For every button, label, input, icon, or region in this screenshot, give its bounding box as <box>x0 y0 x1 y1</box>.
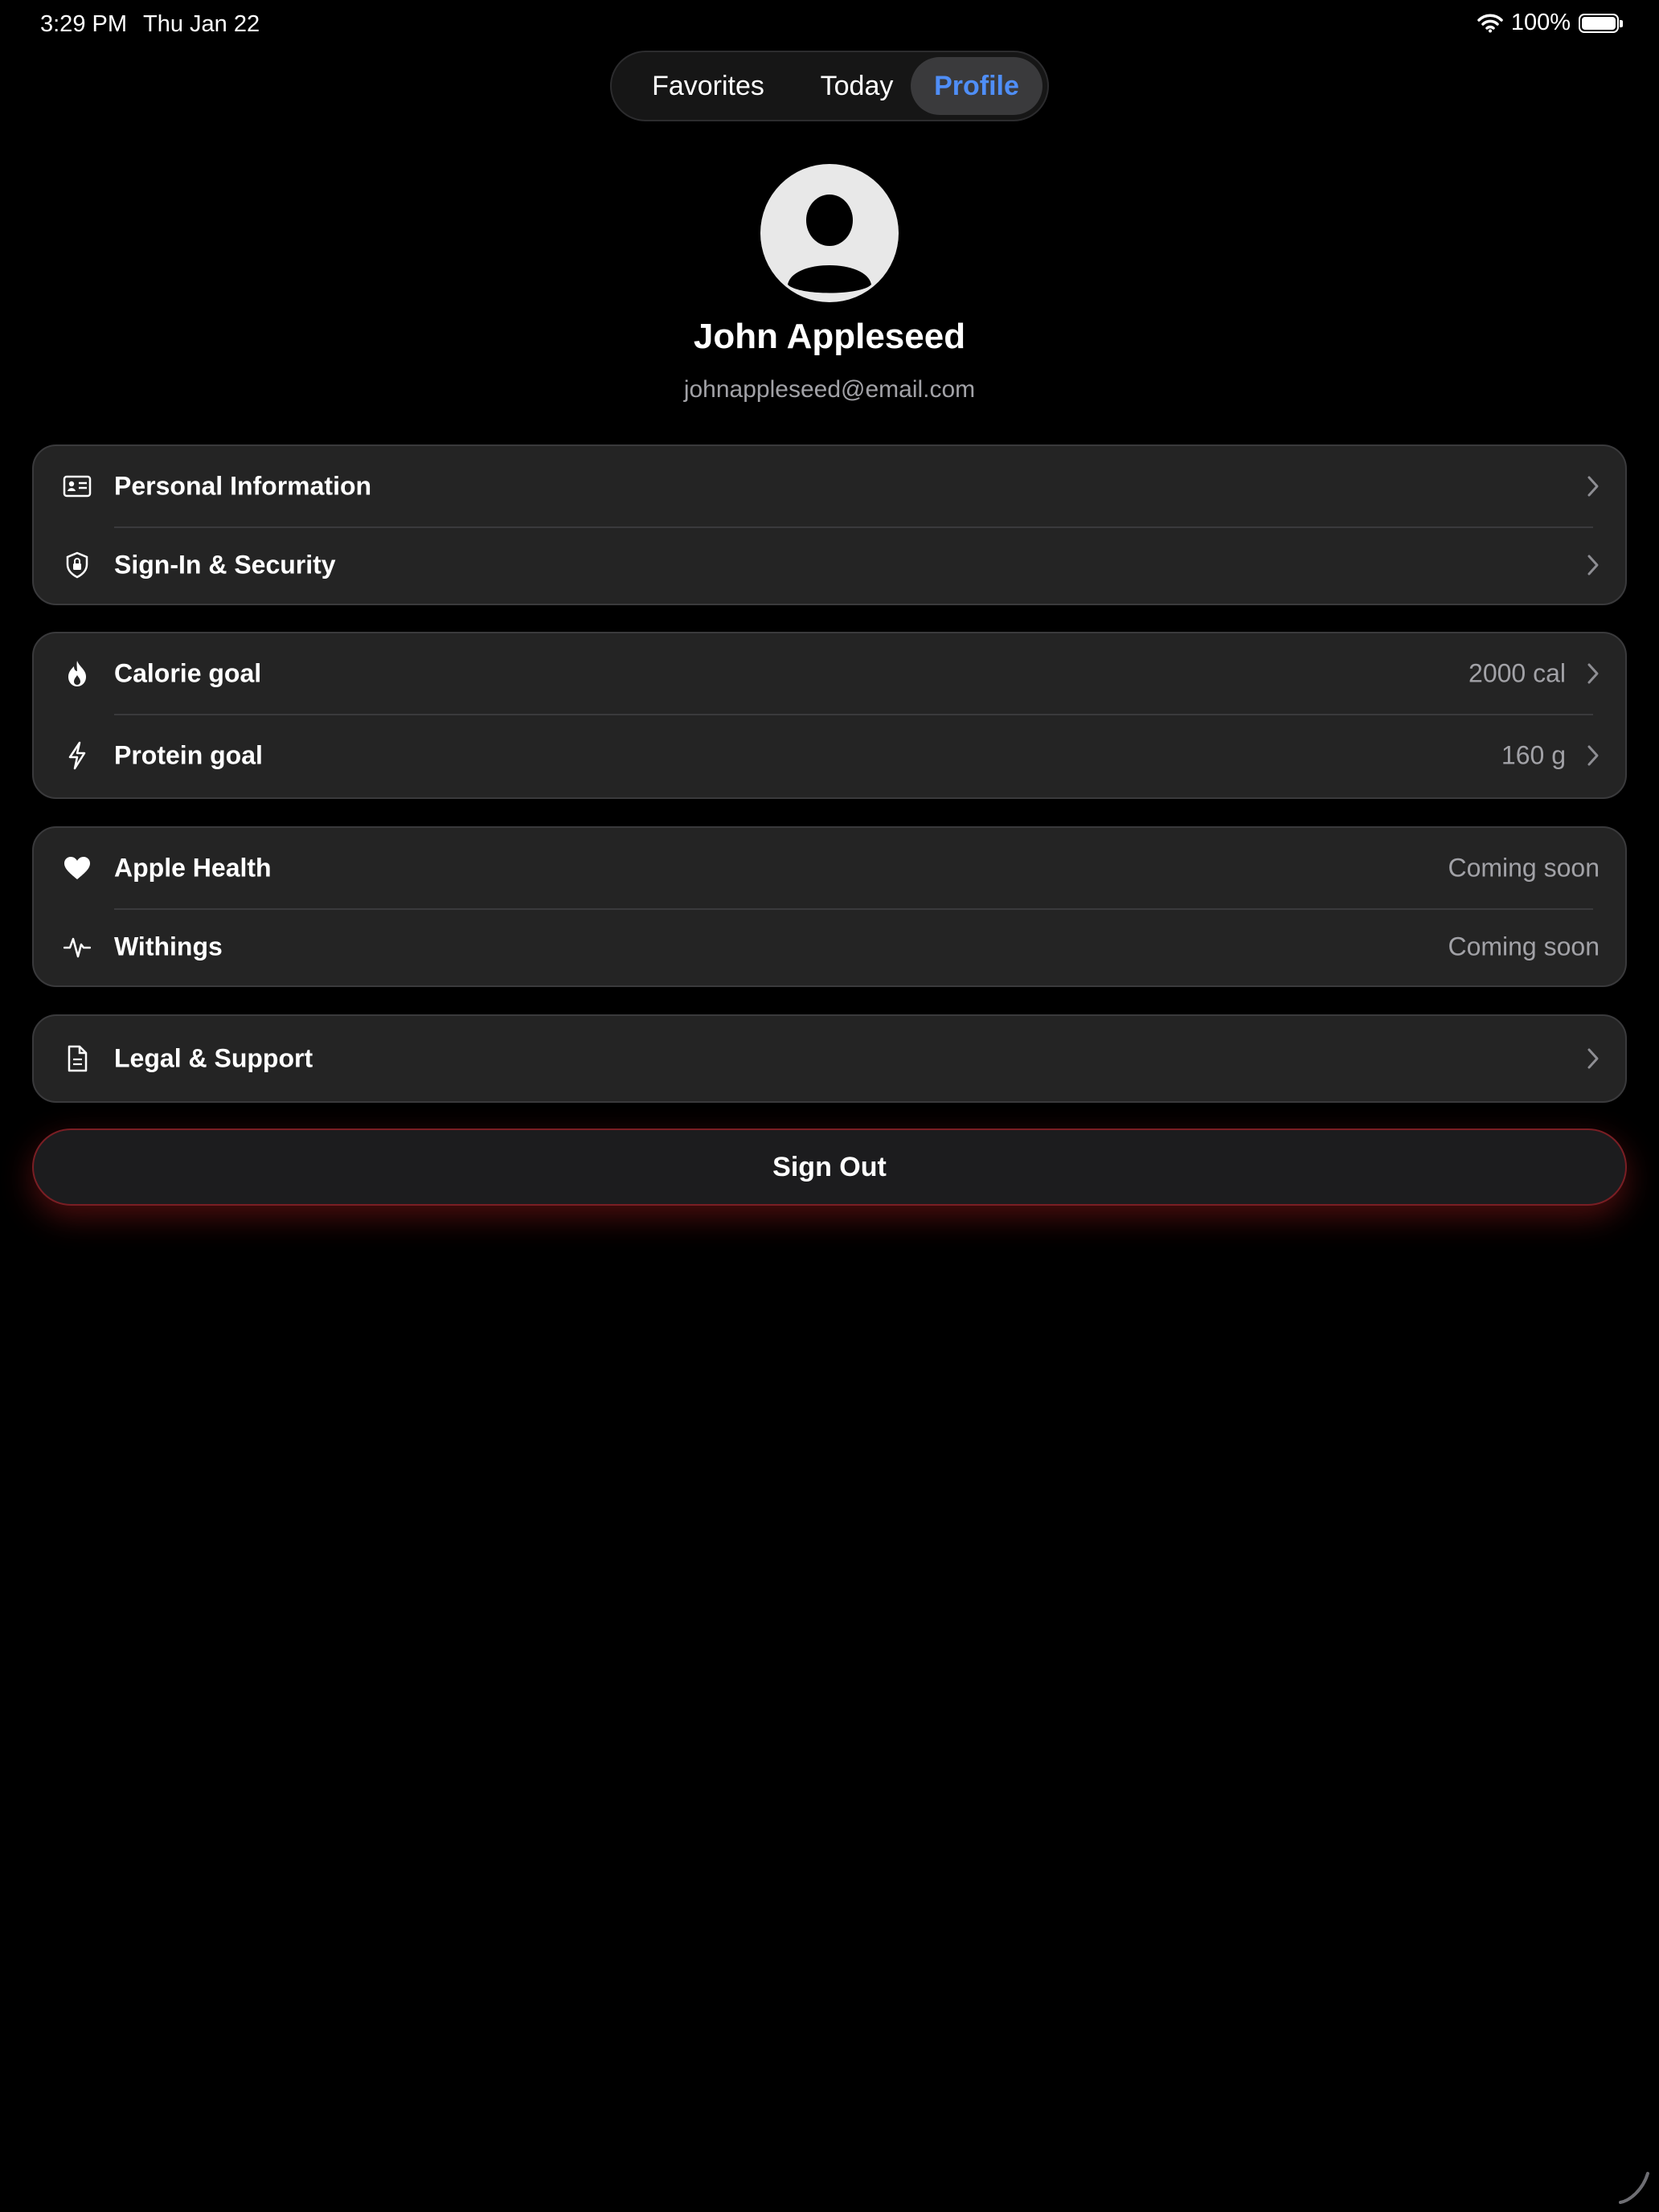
profile-name: John Appleseed <box>693 317 966 356</box>
person-icon <box>788 195 871 293</box>
withings-status: Coming soon <box>1448 932 1600 961</box>
heart-icon <box>61 852 93 884</box>
personal-information-label: Personal Information <box>114 471 372 501</box>
sign-in-security-label: Sign-In & Security <box>114 550 336 580</box>
chevron-right-icon <box>1587 1048 1599 1069</box>
integrations-card: Apple Health Coming soon Withings Coming… <box>32 826 1627 987</box>
chevron-right-icon <box>1587 476 1599 497</box>
withings-row[interactable]: Withings Coming soon <box>34 908 1625 985</box>
wifi-icon <box>1477 14 1503 32</box>
status-bar: 3:29 PM Thu Jan 22 100% <box>0 0 1659 51</box>
legal-support-row[interactable]: Legal & Support <box>34 1016 1625 1101</box>
bolt-icon <box>61 739 93 772</box>
goals-card: Calorie goal 2000 cal Protein goal 160 g <box>32 632 1627 799</box>
support-card: Legal & Support <box>32 1014 1627 1103</box>
withings-label: Withings <box>114 932 223 961</box>
calorie-goal-row[interactable]: Calorie goal 2000 cal <box>34 633 1625 714</box>
account-card: Personal Information Sign-In & Security <box>32 444 1627 605</box>
legal-support-label: Legal & Support <box>114 1043 313 1073</box>
tab-bar: Favorites Today Profile <box>610 51 1049 121</box>
sign-out-button[interactable]: Sign Out <box>32 1129 1627 1206</box>
personal-information-row[interactable]: Personal Information <box>34 446 1625 526</box>
avatar[interactable] <box>760 164 899 302</box>
calorie-goal-value: 2000 cal <box>1469 658 1566 688</box>
chevron-right-icon <box>1587 663 1599 684</box>
profile-email: johnappleseed@email.com <box>683 376 976 403</box>
chevron-right-icon <box>1587 555 1599 576</box>
status-date: Thu Jan 22 <box>143 11 260 37</box>
protein-goal-row[interactable]: Protein goal 160 g <box>34 714 1625 797</box>
sign-in-security-row[interactable]: Sign-In & Security <box>34 526 1625 604</box>
flame-icon <box>61 657 93 690</box>
tab-favorites[interactable]: Favorites <box>626 57 790 115</box>
status-indicators: 100% <box>1477 10 1623 36</box>
shield-lock-icon <box>61 549 93 581</box>
calorie-goal-label: Calorie goal <box>114 658 262 688</box>
apple-health-label: Apple Health <box>114 853 272 883</box>
corner-grabber-icon[interactable] <box>1616 2169 1653 2206</box>
tab-profile[interactable]: Profile <box>911 57 1043 115</box>
battery-icon <box>1579 13 1623 33</box>
id-card-icon <box>61 470 93 502</box>
protein-goal-label: Protein goal <box>114 740 263 770</box>
apple-health-row[interactable]: Apple Health Coming soon <box>34 828 1625 908</box>
status-time: 3:29 PM <box>40 11 127 37</box>
battery-percent: 100% <box>1510 10 1571 35</box>
chevron-right-icon <box>1587 745 1599 766</box>
tab-today[interactable]: Today <box>790 57 924 115</box>
protein-goal-value: 160 g <box>1501 740 1566 770</box>
waveform-icon <box>61 931 93 963</box>
apple-health-status: Coming soon <box>1448 853 1600 883</box>
document-icon <box>61 1043 93 1075</box>
